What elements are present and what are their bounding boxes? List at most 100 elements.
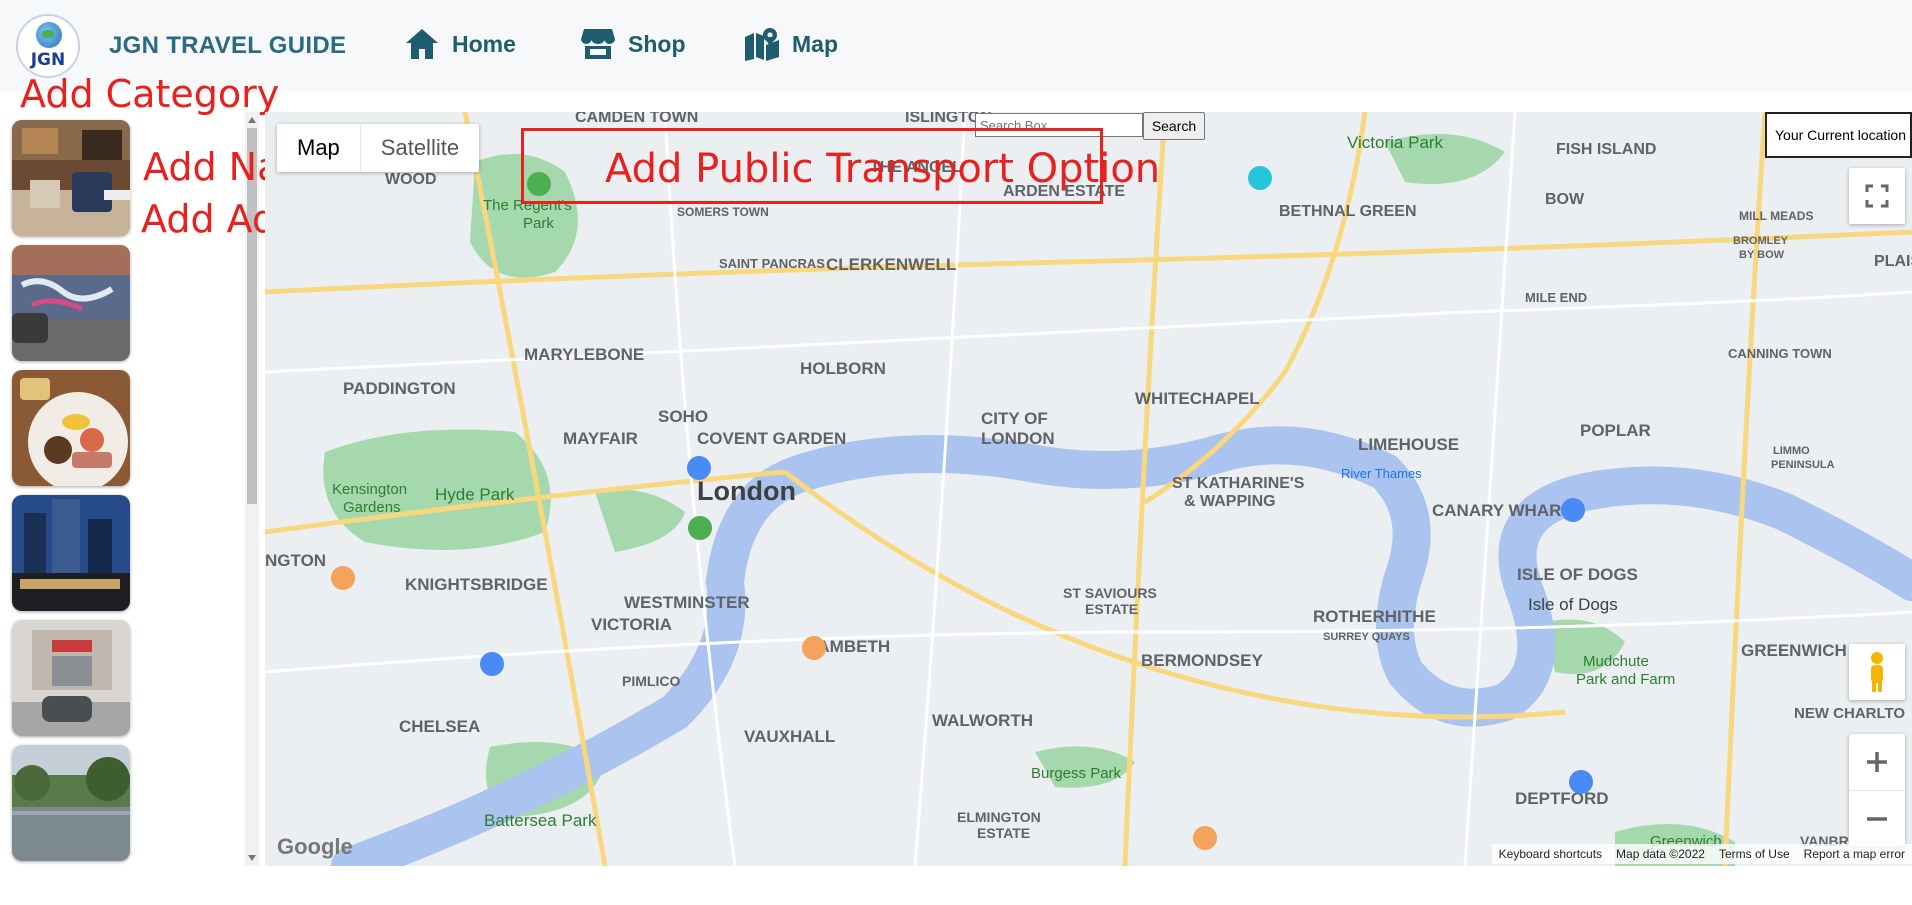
map-attribution-bar: Keyboard shortcuts Map data ©2022 Terms … (1491, 844, 1912, 864)
svg-text:PADDINGTON: PADDINGTON (343, 379, 456, 398)
svg-text:Burgess Park: Burgess Park (1031, 765, 1122, 782)
add-category-placeholder: Add Category (20, 72, 280, 116)
svg-text:Park: Park (523, 215, 554, 232)
svg-text:MAYFAIR: MAYFAIR (563, 429, 638, 448)
nav-shop-link[interactable]: Shop (580, 26, 686, 62)
current-location-button[interactable]: Your Current location (1765, 112, 1912, 158)
report-map-error-link[interactable]: Report a map error (1797, 844, 1912, 864)
svg-text:SAINT PANCRAS: SAINT PANCRAS (719, 256, 825, 271)
scroll-down-arrow-icon[interactable] (248, 855, 256, 861)
svg-text:LIMMO: LIMMO (1773, 445, 1810, 457)
minus-icon (1867, 817, 1887, 821)
svg-text:ISLE OF DOGS: ISLE OF DOGS (1517, 565, 1638, 584)
map-type-satellite-button[interactable]: Satellite (359, 124, 479, 172)
thumbnail-shopfront[interactable] (12, 620, 130, 736)
thumbnail-lake[interactable] (12, 745, 130, 861)
thumbnail-restaurant[interactable] (12, 120, 130, 236)
svg-text:CANNING TOWN: CANNING TOWN (1728, 346, 1832, 361)
svg-text:SOHO: SOHO (658, 407, 708, 426)
svg-text:MILL MEADS: MILL MEADS (1739, 209, 1813, 223)
thumbnail-skyscrapers[interactable] (12, 495, 130, 611)
fullscreen-button[interactable] (1849, 168, 1905, 224)
fullscreen-icon (1865, 184, 1889, 208)
public-transport-annotation: Add Public Transport Option (605, 146, 1161, 192)
svg-text:ST SAVIOURS: ST SAVIOURS (1063, 585, 1157, 601)
svg-text:MARYLEBONE: MARYLEBONE (524, 345, 644, 364)
svg-text:NGTON: NGTON (265, 551, 326, 570)
thumbnail-graffiti[interactable] (12, 245, 130, 361)
street-view-pegman[interactable] (1849, 644, 1905, 700)
zoom-out-button[interactable] (1849, 790, 1905, 846)
svg-text:BETHNAL GREEN: BETHNAL GREEN (1279, 203, 1417, 220)
globe-icon (36, 22, 62, 48)
svg-text:CITY OF: CITY OF (981, 409, 1048, 428)
lake-park-photo (12, 745, 130, 861)
svg-text:LIMEHOUSE: LIMEHOUSE (1358, 435, 1459, 454)
nav-map-label: Map (792, 30, 838, 57)
svg-text:River Thames: River Thames (1341, 466, 1422, 481)
svg-text:ELMINGTON: ELMINGTON (957, 809, 1041, 825)
svg-text:DEPTFORD: DEPTFORD (1515, 789, 1609, 808)
svg-text:BERMONDSEY: BERMONDSEY (1141, 651, 1264, 670)
svg-text:Kensington: Kensington (332, 481, 407, 498)
pegman-icon (1871, 652, 1883, 692)
svg-text:ESTATE: ESTATE (977, 825, 1030, 841)
svg-text:SURREY QUAYS: SURREY QUAYS (1323, 631, 1410, 643)
plus-icon (1867, 752, 1887, 772)
svg-text:WESTMINSTER: WESTMINSTER (624, 593, 750, 612)
keyboard-shortcuts-link[interactable]: Keyboard shortcuts (1492, 844, 1609, 864)
svg-text:CAMDEN TOWN: CAMDEN TOWN (575, 112, 698, 126)
svg-text:WOOD: WOOD (385, 171, 437, 188)
svg-text:VICTORIA: VICTORIA (591, 615, 672, 634)
home-icon (406, 29, 438, 59)
svg-text:Mudchute: Mudchute (1583, 653, 1649, 670)
svg-text:& WAPPING: & WAPPING (1184, 493, 1276, 510)
svg-text:BOW: BOW (1545, 191, 1585, 208)
zoom-in-button[interactable] (1849, 734, 1905, 790)
svg-text:Gardens: Gardens (343, 499, 401, 516)
scroll-up-arrow-icon[interactable] (248, 117, 256, 123)
brand-title[interactable]: JGN TRAVEL GUIDE (109, 32, 346, 60)
thumbnail-breakfast[interactable] (12, 370, 130, 486)
svg-text:KNIGHTSBRIDGE: KNIGHTSBRIDGE (405, 575, 548, 594)
london-map-tiles[interactable]: CAMDEN TOWN ISLINGTON WOOD The Regent's … (265, 112, 1912, 866)
skyscraper-night-photo (12, 495, 130, 611)
svg-text:NEW CHARLTO: NEW CHARLTO (1794, 705, 1905, 722)
map-data-text: Map data ©2022 (1616, 847, 1705, 861)
svg-text:London: London (697, 476, 796, 506)
svg-text:CANARY WHAR: CANARY WHAR (1432, 501, 1561, 520)
map-type-map-button[interactable]: Map (277, 124, 360, 172)
jgn-logo[interactable]: JGN (16, 14, 80, 78)
svg-text:WHITECHAPEL: WHITECHAPEL (1135, 389, 1260, 408)
svg-text:PENINSULA: PENINSULA (1771, 459, 1835, 471)
svg-text:WALWORTH: WALWORTH (932, 711, 1033, 730)
svg-text:ESTATE: ESTATE (1085, 601, 1138, 617)
map-search-button[interactable]: Search (1143, 112, 1205, 140)
svg-text:Victoria Park: Victoria Park (1347, 133, 1444, 152)
terms-of-use-link[interactable]: Terms of Use (1712, 844, 1797, 864)
map-canvas[interactable]: CAMDEN TOWN ISLINGTON WOOD The Regent's … (265, 112, 1912, 866)
svg-text:POPLAR: POPLAR (1580, 421, 1651, 440)
nav-map-link[interactable]: Map (744, 26, 838, 62)
svg-text:CLERKENWELL: CLERKENWELL (826, 255, 956, 274)
logo-text: JGN (30, 50, 66, 70)
map-icon (745, 28, 779, 61)
nav-shop-label: Shop (628, 30, 686, 57)
shop-icon (581, 29, 615, 59)
svg-text:ST KATHARINE'S: ST KATHARINE'S (1172, 475, 1305, 492)
svg-text:CHELSEA: CHELSEA (399, 717, 480, 736)
nav-home-label: Home (452, 30, 516, 57)
svg-text:FISH ISLAND: FISH ISLAND (1556, 141, 1656, 158)
map-type-control[interactable]: Map Satellite (277, 124, 480, 172)
nav-home-link[interactable]: Home (404, 26, 516, 62)
graffiti-street-photo (12, 245, 130, 361)
svg-text:PLAIS: PLAIS (1874, 253, 1912, 270)
zoom-control[interactable] (1849, 734, 1905, 846)
svg-text:Battersea Park: Battersea Park (484, 811, 597, 830)
svg-text:GREENWICH: GREENWICH (1741, 641, 1847, 660)
svg-text:Hyde Park: Hyde Park (435, 485, 515, 504)
svg-text:Isle of Dogs: Isle of Dogs (1528, 595, 1618, 614)
shopfront-street-photo (12, 620, 130, 736)
svg-text:PIMLICO: PIMLICO (622, 673, 680, 689)
svg-text:HOLBORN: HOLBORN (800, 359, 886, 378)
